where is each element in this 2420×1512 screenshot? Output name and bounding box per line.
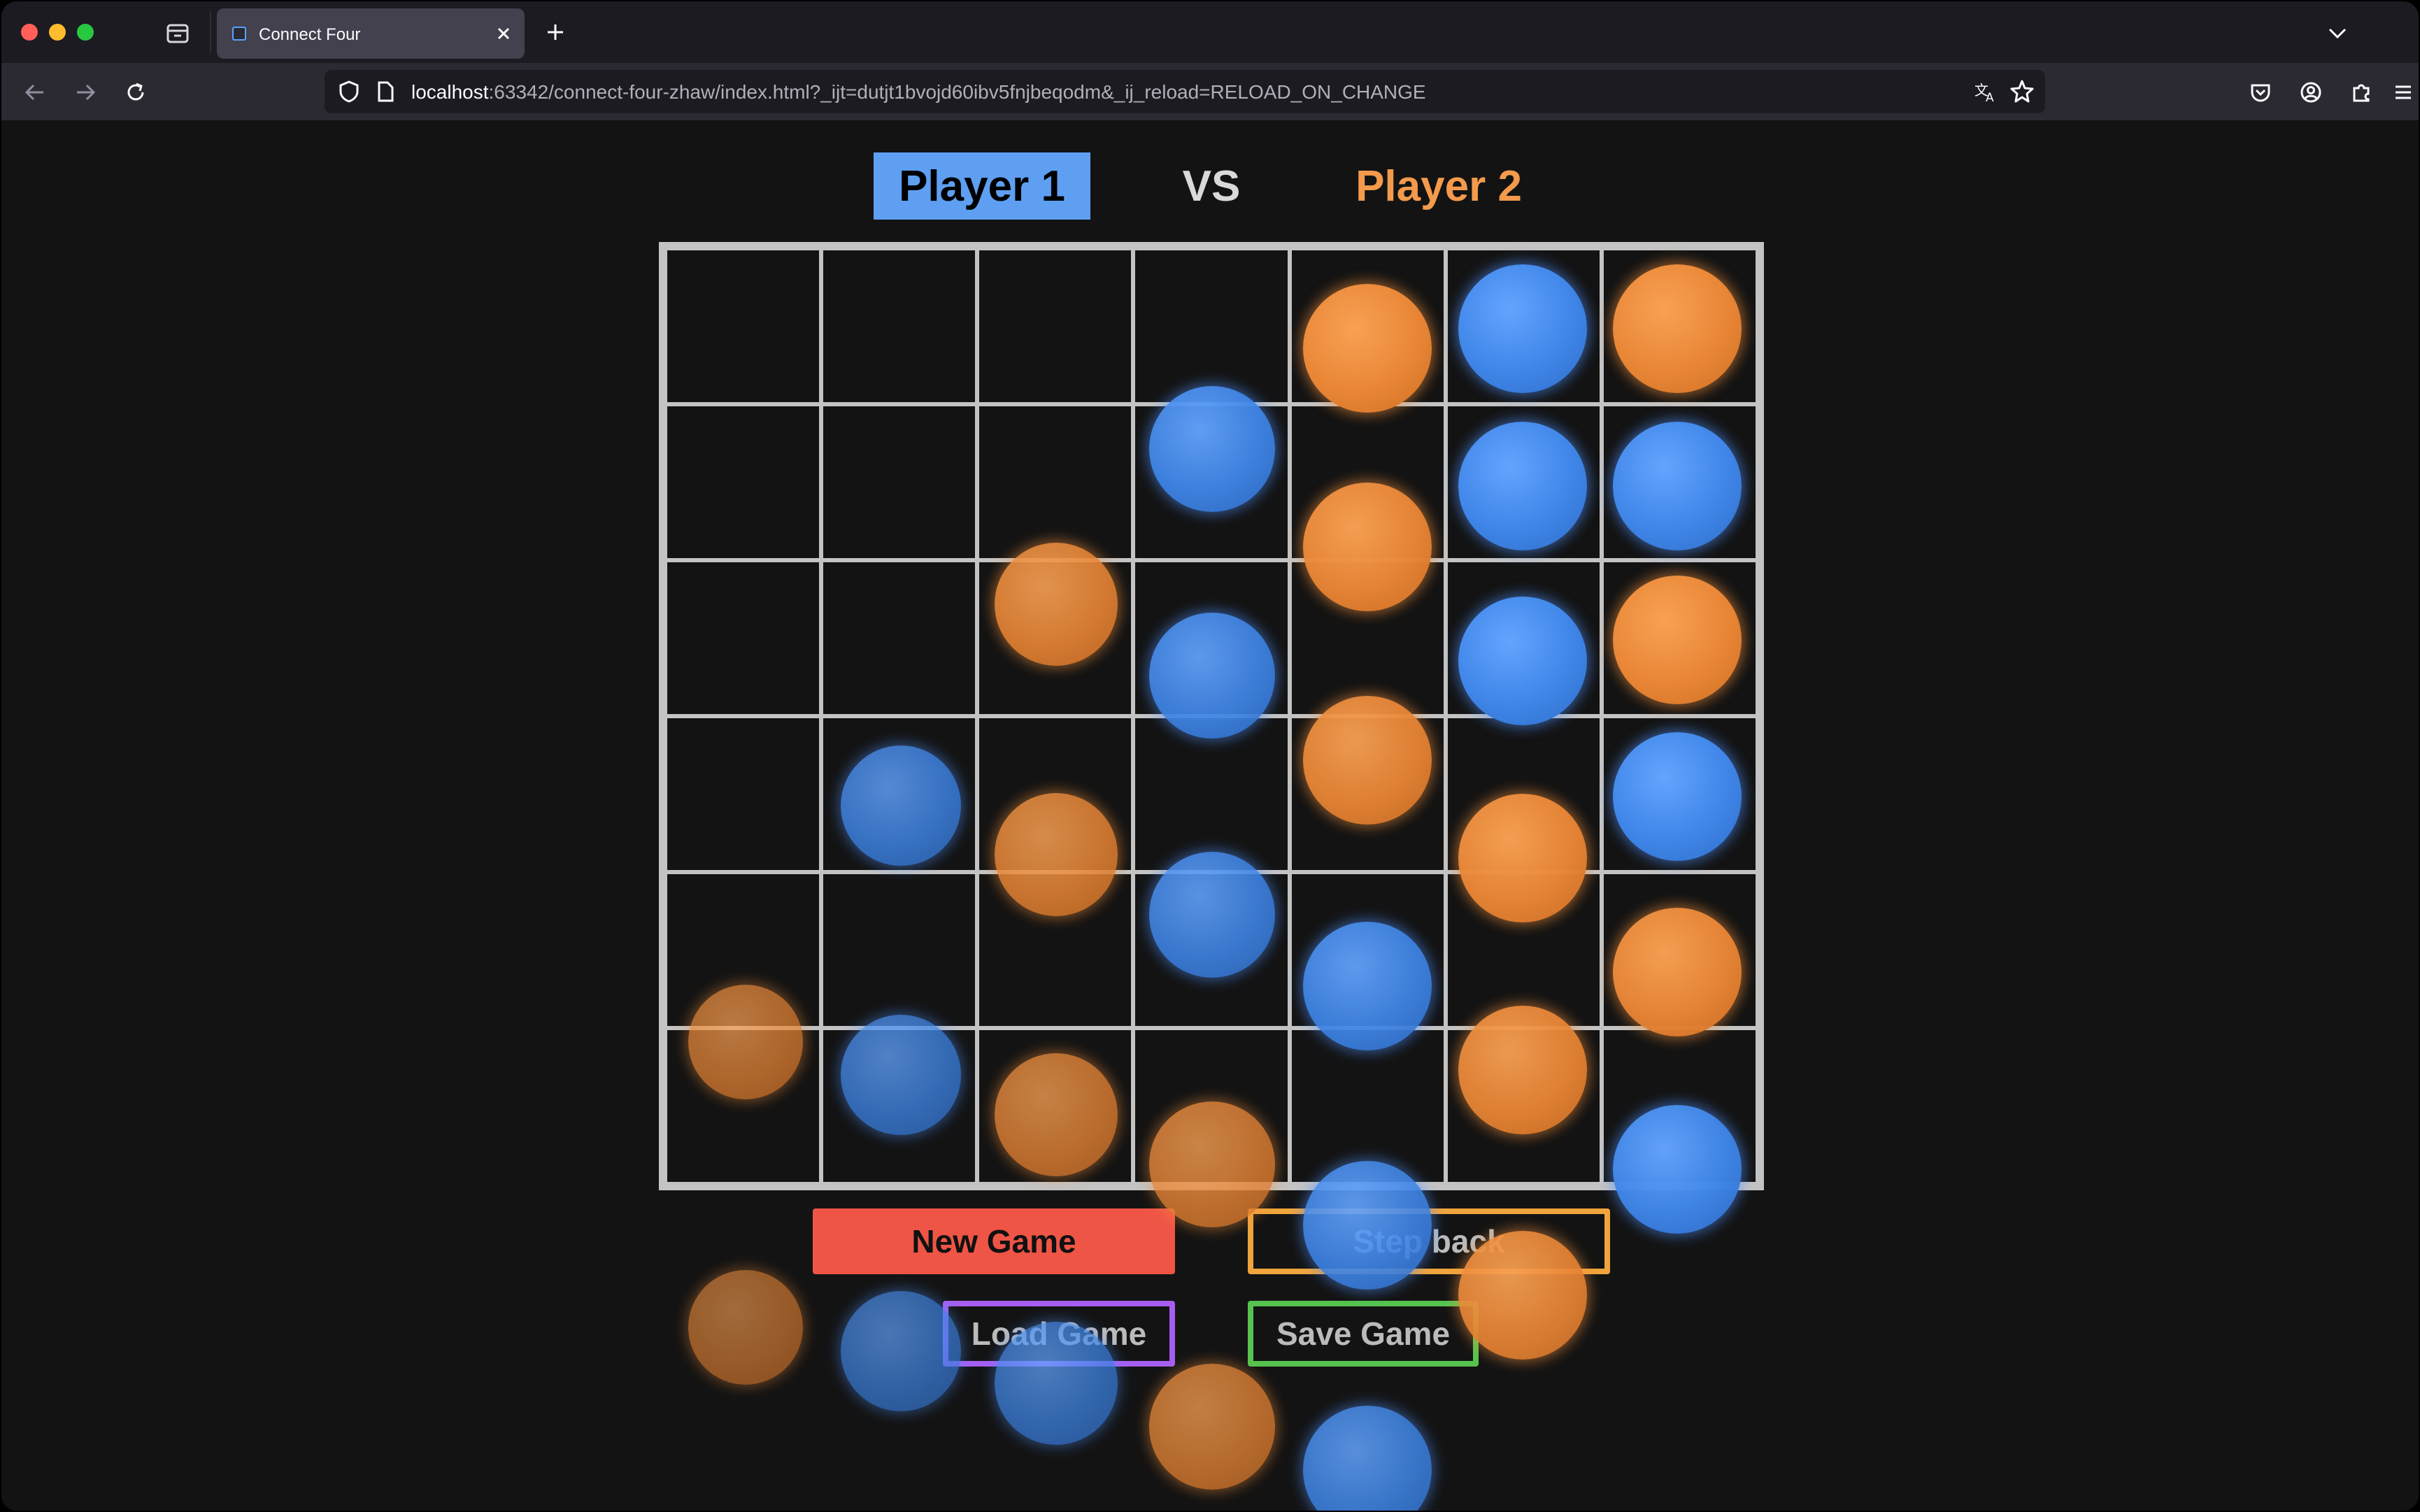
pocket-icon[interactable] <box>2247 78 2275 106</box>
shield-icon[interactable] <box>336 78 362 105</box>
chevron-down-icon[interactable] <box>2323 20 2351 48</box>
window-maximize-button[interactable] <box>77 24 94 41</box>
new-game-button[interactable]: New Game <box>813 1208 1175 1274</box>
board-cell[interactable] <box>1601 248 1758 404</box>
tab-connect-four[interactable]: Connect Four <box>217 8 525 59</box>
board-cell[interactable] <box>1601 872 1758 1028</box>
hamburger-menu-icon[interactable] <box>2389 78 2417 106</box>
board-cell[interactable] <box>1133 560 1290 716</box>
game-board[interactable] <box>659 242 1764 1190</box>
back-arrow-icon[interactable] <box>21 78 49 106</box>
board-cell[interactable] <box>1289 872 1446 1028</box>
blue-disc <box>1303 1406 1432 1511</box>
window-minimize-button[interactable] <box>49 24 66 41</box>
page-info-icon[interactable] <box>373 80 397 104</box>
board-cell[interactable] <box>1445 560 1602 716</box>
board-cell[interactable] <box>1289 404 1446 560</box>
board-cell[interactable] <box>977 404 1134 560</box>
board-cell[interactable] <box>1133 1028 1290 1184</box>
tab-list-icon[interactable] <box>161 20 194 48</box>
board-cell[interactable] <box>1601 716 1758 872</box>
extensions-icon[interactable] <box>2347 78 2375 106</box>
board-cell[interactable] <box>1445 872 1602 1028</box>
board-cell[interactable] <box>1445 716 1602 872</box>
board-cell[interactable] <box>1601 404 1758 560</box>
load-game-button[interactable]: Load Game <box>943 1301 1175 1367</box>
board-cell[interactable] <box>1445 248 1602 404</box>
reload-icon[interactable] <box>122 78 150 106</box>
forward-arrow-icon[interactable] <box>71 78 99 106</box>
board-cell[interactable] <box>665 248 822 404</box>
board-cell[interactable] <box>821 560 978 716</box>
board-cell[interactable] <box>977 248 1134 404</box>
board-cell[interactable] <box>1289 716 1446 872</box>
vs-label: VS <box>1182 162 1241 211</box>
board-cell[interactable] <box>821 716 978 872</box>
board-cell[interactable] <box>1133 872 1290 1028</box>
address-bar[interactable]: localhost:63342/connect-four-zhaw/index.… <box>325 70 2045 113</box>
url-path: :63342/connect-four-zhaw/index.html?_ijt… <box>488 81 1426 103</box>
board-cell[interactable] <box>1133 404 1290 560</box>
board-cell[interactable] <box>821 872 978 1028</box>
page-content: Player 1 VS Player 2 New Game Step back … <box>1 120 2419 1511</box>
favicon-icon <box>232 27 246 41</box>
board-cell[interactable] <box>977 560 1134 716</box>
step-back-button[interactable]: Step back <box>1248 1208 1610 1274</box>
player1-label: Player 1 <box>874 152 1090 220</box>
tab-title: Connect Four <box>259 25 361 44</box>
board-cell[interactable] <box>1289 560 1446 716</box>
board-cell[interactable] <box>665 404 822 560</box>
board-cell[interactable] <box>977 716 1134 872</box>
orange-disc <box>1149 1364 1275 1490</box>
board-cell[interactable] <box>1445 404 1602 560</box>
board-cell[interactable] <box>1445 1028 1602 1184</box>
bookmark-star-icon[interactable] <box>2009 78 2035 105</box>
player2-label: Player 2 <box>1355 162 1522 211</box>
navigation-bar: localhost:63342/connect-four-zhaw/index.… <box>1 63 2419 120</box>
save-game-button[interactable]: Save Game <box>1248 1301 1479 1367</box>
tab-strip-divider <box>210 11 211 53</box>
url-text[interactable]: localhost:63342/connect-four-zhaw/index.… <box>411 81 1426 104</box>
board-cell[interactable] <box>1133 248 1290 404</box>
svg-text:A: A <box>1986 91 1994 105</box>
translate-icon[interactable]: 文 A <box>1972 78 1999 105</box>
board-cell[interactable] <box>1289 248 1446 404</box>
board-cell[interactable] <box>665 560 822 716</box>
board-cell[interactable] <box>665 1028 822 1184</box>
close-tab-icon[interactable] <box>492 22 515 45</box>
board-cell[interactable] <box>1601 1028 1758 1184</box>
window-close-button[interactable] <box>21 24 38 41</box>
account-icon[interactable] <box>2297 78 2325 106</box>
board-cell[interactable] <box>1133 716 1290 872</box>
new-tab-icon[interactable] <box>541 18 569 46</box>
board-cell[interactable] <box>665 872 822 1028</box>
browser-window: Connect Four localhost:63342/connect-fou… <box>1 1 2419 1511</box>
board-cell[interactable] <box>977 1028 1134 1184</box>
url-host: localhost <box>411 81 489 103</box>
board-cell[interactable] <box>821 1028 978 1184</box>
board-cell[interactable] <box>977 872 1134 1028</box>
board-cell[interactable] <box>665 716 822 872</box>
board-cell[interactable] <box>1289 1028 1446 1184</box>
tab-strip: Connect Four <box>1 1 2419 63</box>
orange-disc <box>688 1270 803 1385</box>
board-cell[interactable] <box>821 248 978 404</box>
board-cell[interactable] <box>821 404 978 560</box>
board-cell[interactable] <box>1601 560 1758 716</box>
